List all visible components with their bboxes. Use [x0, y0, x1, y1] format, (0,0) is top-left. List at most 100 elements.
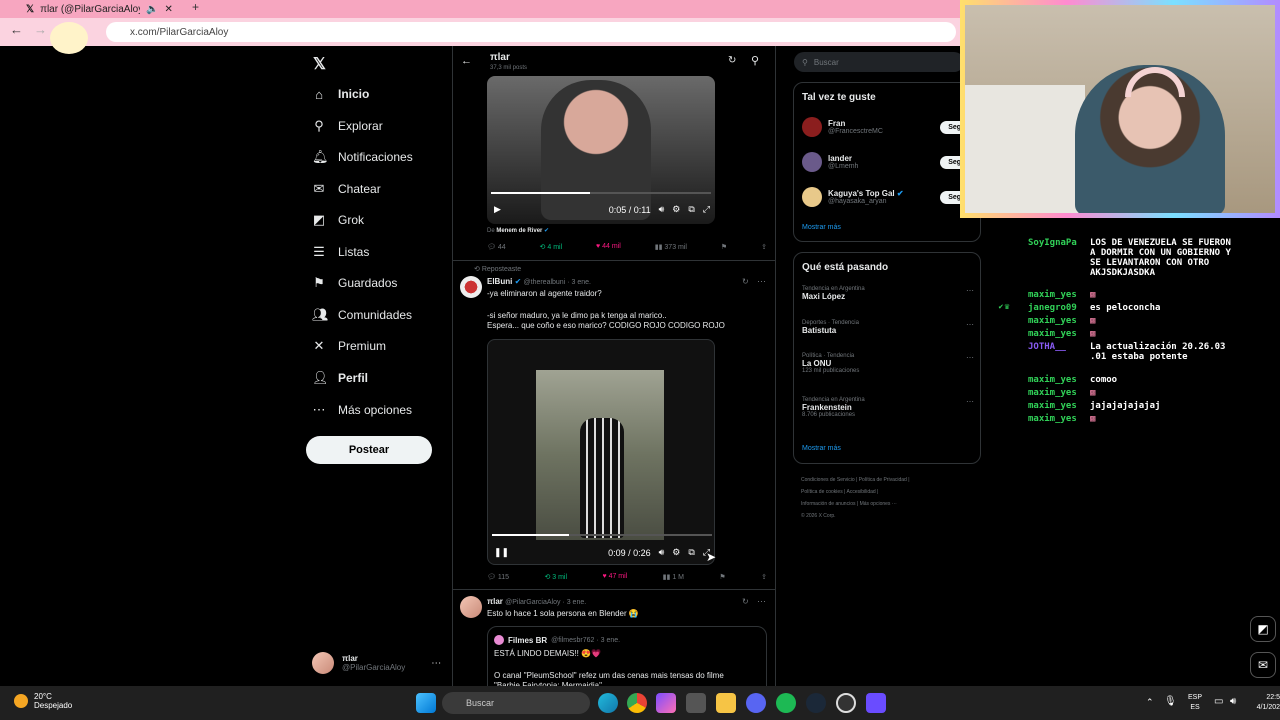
footer-link[interactable]: Política de Privacidad: [859, 477, 907, 483]
bookmark-icon[interactable]: ⚑: [721, 243, 727, 251]
footer-link[interactable]: Condiciones de Servicio: [801, 477, 855, 483]
like-button[interactable]: ♥ 44 mil: [596, 243, 621, 251]
footer-link[interactable]: Información de anuncios: [801, 501, 855, 507]
pause-icon[interactable]: ❚❚: [494, 547, 509, 558]
post-button[interactable]: Postear: [306, 436, 432, 464]
reply-button[interactable]: 💬︎ 44: [487, 243, 506, 251]
more-icon[interactable]: ⋯: [757, 276, 766, 287]
share-icon[interactable]: ⇪: [761, 243, 767, 251]
language-indicator[interactable]: ESP ES: [1188, 693, 1202, 713]
avatar[interactable]: [460, 596, 482, 618]
sidebar-item-comunidades[interactable]: 👥︎ Comunidades: [312, 303, 412, 327]
sidebar-item-listas[interactable]: ☰ Listas: [312, 240, 369, 264]
author-name[interactable]: ElBuni: [487, 277, 512, 286]
clock[interactable]: 22:5 4/1/202: [1252, 693, 1280, 713]
volume-icon[interactable]: 🔊︎: [1230, 696, 1236, 707]
discord-icon[interactable]: [746, 693, 766, 713]
views-button[interactable]: ▮▮ 1 M: [663, 573, 684, 581]
volume-icon[interactable]: 🔊︎: [659, 547, 665, 558]
forward-icon[interactable]: →: [34, 22, 47, 37]
file-explorer-icon[interactable]: [716, 693, 736, 713]
chrome-icon[interactable]: [627, 693, 647, 713]
sidebar-item-perfil[interactable]: 👤︎ Perfil: [312, 366, 368, 390]
more-icon[interactable]: ⋯: [757, 596, 766, 607]
suggestion-item[interactable]: Kaguya's Top Gal ✔@hayasaka_aryan Seguir: [802, 187, 978, 207]
audio-icon[interactable]: 🔈: [146, 4, 158, 15]
obs-icon[interactable]: [836, 693, 856, 713]
play-icon[interactable]: ▶: [494, 204, 501, 215]
grok-icon[interactable]: ↻: [742, 597, 749, 606]
trend-item[interactable]: Tendencia en Argentina Maxi López ⋯: [802, 286, 978, 301]
views-button[interactable]: ▮▮ 373 mil: [655, 243, 687, 251]
account-switcher[interactable]: πlar @PilarGarciaAloy ⋯: [312, 648, 452, 678]
sidebar-item-premium[interactable]: ✕ Premium: [312, 334, 386, 358]
windows-start-icon[interactable]: [416, 693, 436, 713]
footer-link[interactable]: Política de cookies: [801, 489, 843, 495]
tray-chevron-icon[interactable]: ⌃: [1146, 697, 1154, 708]
author-name[interactable]: πlar: [487, 597, 503, 606]
app2-icon[interactable]: [866, 693, 886, 713]
browser-tab[interactable]: 𝕏 πlar (@PilarGarciaAloy) / X 🔈 ✕: [26, 0, 186, 18]
copilot-icon[interactable]: [656, 693, 676, 713]
sidebar-item-inicio[interactable]: ⌂ Inicio: [312, 82, 369, 106]
volume-icon[interactable]: 🔊︎: [659, 204, 665, 215]
trend-item[interactable]: Política · Tendencia La ONU 123 mil publ…: [802, 353, 978, 374]
repost-button[interactable]: ⟲ 4 mil: [540, 243, 563, 251]
back-arrow-icon[interactable]: ←: [461, 55, 472, 67]
taskbar-search-input[interactable]: Buscar: [442, 692, 590, 714]
pip-icon[interactable]: ⧉: [688, 204, 694, 215]
pip-icon[interactable]: ⧉: [688, 547, 694, 558]
video-progress-bar[interactable]: [491, 192, 711, 194]
fullscreen-icon[interactable]: ⤢: [703, 204, 710, 215]
spotify-icon[interactable]: [776, 693, 796, 713]
sidebar-item-chatear[interactable]: ✉ Chatear: [312, 177, 381, 201]
reply-button[interactable]: 💬︎ 115: [487, 573, 509, 581]
settings-icon[interactable]: ⚙: [672, 204, 680, 215]
sidebar-item-guardados[interactable]: ⚑ Guardados: [312, 271, 397, 295]
sidebar-item-grok[interactable]: ◩ Grok: [312, 208, 364, 232]
show-more-link[interactable]: Mostrar más: [802, 224, 841, 231]
grok-float-button[interactable]: ◩: [1250, 616, 1276, 642]
more-icon[interactable]: ⋯: [431, 658, 441, 669]
weather-widget[interactable]: 20°C Despejado: [14, 692, 72, 710]
like-button[interactable]: ♥ 47 mil: [602, 573, 627, 581]
settings-icon[interactable]: ⚙: [672, 547, 680, 558]
grok-icon[interactable]: ↻: [728, 55, 736, 66]
sidebar-item-notificaciones[interactable]: 🔔︎ Notificaciones: [312, 145, 413, 169]
footer-link[interactable]: Más opciones ···: [860, 501, 897, 507]
app-icon[interactable]: [686, 693, 706, 713]
more-icon[interactable]: ⋯: [966, 320, 974, 329]
x-logo-icon[interactable]: 𝕏: [313, 54, 326, 74]
more-icon[interactable]: ⋯: [966, 397, 974, 406]
trend-item[interactable]: Deportes · Tendencia Batistuta ⋯: [802, 320, 978, 335]
video-progress-bar[interactable]: [492, 534, 712, 536]
close-tab-icon[interactable]: ✕: [165, 4, 173, 15]
bookmark-icon[interactable]: ⚑: [719, 573, 725, 581]
post2-video[interactable]: [487, 339, 715, 565]
footer-link[interactable]: Accesibilidad: [847, 489, 876, 495]
sidebar-item-explorar[interactable]: ⚲ Explorar: [312, 114, 382, 138]
search-input[interactable]: ⚲ Buscar: [794, 52, 964, 72]
more-icon[interactable]: ⋯: [966, 353, 974, 362]
suggestion-item[interactable]: Fran@FrancesctreMC Seguir: [802, 117, 978, 137]
new-tab-button[interactable]: +: [192, 0, 199, 14]
tray-mic-icon[interactable]: 🎙︎: [1164, 696, 1177, 707]
more-icon[interactable]: ⋯: [966, 286, 974, 295]
sidebar-item-mas-opciones[interactable]: ⋯ Más opciones: [312, 398, 413, 422]
edge-icon[interactable]: [598, 693, 618, 713]
search-icon[interactable]: ⚲: [751, 54, 759, 67]
repost-button[interactable]: ⟲ 3 mil: [544, 573, 567, 581]
post1-video[interactable]: [487, 76, 715, 224]
network-icon[interactable]: ▭: [1214, 696, 1223, 707]
share-icon[interactable]: ⇪: [761, 573, 767, 581]
trend-item[interactable]: Tendencia en Argentina Frankenstein 8.70…: [802, 397, 978, 418]
source-name[interactable]: Menem de River: [496, 228, 542, 234]
url-field[interactable]: x.com/PilarGarciaAloy: [106, 22, 956, 42]
back-icon[interactable]: ←: [10, 22, 23, 37]
avatar[interactable]: [460, 276, 482, 298]
messages-float-button[interactable]: ✉: [1250, 652, 1276, 678]
suggestion-item[interactable]: lander@Lmemh Seguir: [802, 152, 978, 172]
show-more-link[interactable]: Mostrar más: [802, 445, 841, 452]
steam-icon[interactable]: [806, 693, 826, 713]
grok-icon[interactable]: ↻: [742, 277, 749, 286]
